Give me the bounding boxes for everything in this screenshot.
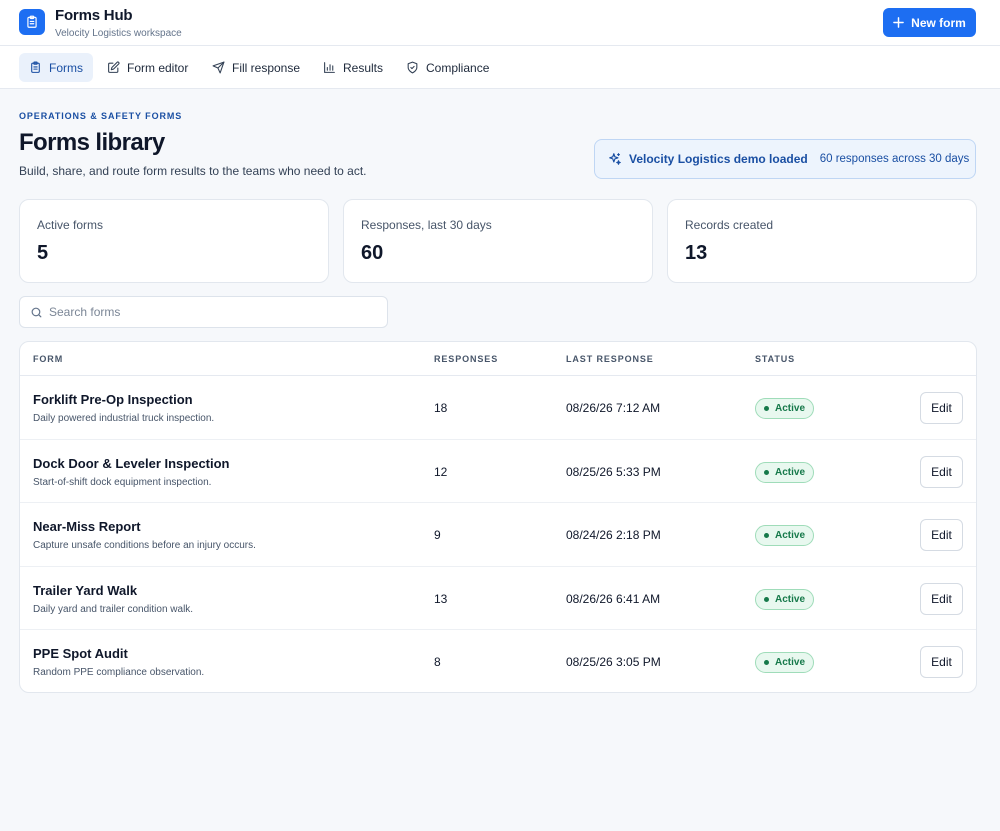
page-title: Forms library: [19, 129, 165, 156]
top-bar: Forms Hub Velocity Logistics workspace N…: [0, 0, 1000, 46]
form-responses: 8: [434, 655, 441, 669]
status-dot-icon: [764, 660, 769, 665]
table-row[interactable]: Trailer Yard Walk Daily yard and trailer…: [20, 567, 976, 630]
tab-label: Results: [343, 60, 384, 75]
bar-chart-icon: [324, 62, 335, 73]
status-badge: Active: [755, 525, 815, 546]
status-dot-icon: [764, 533, 769, 538]
search-box: [19, 296, 388, 328]
form-name: Trailer Yard Walk: [33, 582, 138, 598]
app-title: Forms Hub: [55, 7, 133, 24]
status-label: Active: [775, 593, 806, 605]
form-description: Random PPE compliance observation.: [33, 667, 205, 678]
tab-compliance[interactable]: Compliance: [396, 53, 499, 82]
sparkles-icon: [609, 153, 621, 165]
page-description: Build, share, and route form results to …: [19, 164, 367, 178]
column-header-form: FORM: [33, 354, 64, 364]
main-nav: Forms Form editor Fill response Results …: [0, 46, 1000, 89]
stat-value: 13: [685, 242, 708, 264]
tab-label: Forms: [49, 60, 83, 75]
edit-button[interactable]: Edit: [920, 519, 963, 551]
section-eyebrow: OPERATIONS & SAFETY FORMS: [19, 111, 183, 121]
edit-button[interactable]: Edit: [920, 646, 963, 678]
form-last-response: 08/26/26 6:41 AM: [566, 591, 661, 606]
stat-card-active-forms: Active forms 5: [19, 199, 329, 283]
table-row[interactable]: Near-Miss Report Capture unsafe conditio…: [20, 503, 976, 567]
form-description: Start-of-shift dock equipment inspection…: [33, 476, 212, 488]
status-label: Active: [775, 403, 806, 414]
forms-table: FORM RESPONSES LAST RESPONSE STATUS Fork…: [19, 341, 977, 693]
table-header: FORM RESPONSES LAST RESPONSE STATUS: [20, 342, 976, 376]
tab-form-editor[interactable]: Form editor: [97, 53, 198, 82]
clipboard-icon: [31, 61, 40, 73]
search-icon: [31, 307, 42, 318]
status-label: Active: [775, 530, 806, 541]
status-badge: Active: [755, 461, 815, 483]
new-form-button[interactable]: New form: [883, 8, 976, 37]
table-row[interactable]: Forklift Pre-Op Inspection Daily powered…: [20, 376, 976, 440]
search-input[interactable]: [49, 297, 379, 327]
form-last-response: 08/26/26 7:12 AM: [566, 401, 661, 415]
status-badge: Active: [755, 398, 815, 419]
stat-label: Records created: [685, 218, 774, 232]
demo-banner-subtitle: 60 responses across 30 days: [819, 153, 970, 165]
status-dot-icon: [764, 406, 769, 411]
form-name: Dock Door & Leveler Inspection: [33, 455, 230, 471]
status-dot-icon: [764, 469, 769, 475]
form-responses: 9: [434, 528, 441, 542]
status-badge: Active: [755, 588, 815, 610]
clipboard-icon: [19, 9, 45, 35]
send-icon: [212, 61, 225, 74]
column-header-responses: RESPONSES: [434, 354, 499, 364]
tab-label: Compliance: [426, 60, 490, 75]
edit-button[interactable]: Edit: [920, 582, 963, 615]
status-dot-icon: [764, 596, 769, 602]
form-name: PPE Spot Audit: [33, 646, 128, 661]
form-name: Forklift Pre-Op Inspection: [33, 392, 193, 407]
form-responses: 18: [434, 401, 448, 415]
form-responses: 13: [434, 591, 448, 606]
tab-fill-response[interactable]: Fill response: [202, 53, 310, 82]
tab-label: Fill response: [232, 60, 301, 75]
form-name: Near-Miss Report: [33, 519, 141, 534]
demo-banner-title: Velocity Logistics demo loaded: [629, 152, 808, 166]
new-form-label: New form: [911, 15, 966, 30]
edit-button[interactable]: Edit: [920, 455, 963, 488]
form-description: Daily yard and trailer condition walk.: [33, 603, 194, 615]
stat-card-responses: Responses, last 30 days 60: [343, 199, 653, 283]
edit-icon: [108, 61, 120, 73]
plus-icon: [893, 17, 904, 28]
stat-label: Responses, last 30 days: [361, 218, 492, 232]
tab-label: Form editor: [127, 60, 189, 75]
status-badge: Active: [755, 652, 815, 673]
status-label: Active: [775, 466, 806, 478]
form-description: Capture unsafe conditions before an inju…: [33, 540, 256, 551]
stat-card-records: Records created 13: [667, 199, 977, 283]
stat-value: 60: [361, 242, 384, 264]
form-description: Daily powered industrial truck inspectio…: [33, 413, 215, 424]
tab-results[interactable]: Results: [313, 53, 393, 82]
column-header-status: STATUS: [755, 354, 796, 364]
form-responses: 12: [434, 464, 448, 479]
shield-icon: [407, 61, 418, 74]
app-subtitle: Velocity Logistics workspace: [55, 28, 182, 39]
edit-button[interactable]: Edit: [920, 392, 963, 424]
demo-banner: Velocity Logistics demo loaded 60 respon…: [594, 139, 976, 179]
table-row[interactable]: PPE Spot Audit Random PPE compliance obs…: [20, 630, 976, 692]
stat-value: 5: [37, 242, 49, 264]
column-header-last-response: LAST RESPONSE: [566, 354, 654, 364]
stat-label: Active forms: [37, 218, 104, 232]
form-last-response: 08/24/26 2:18 PM: [566, 528, 661, 542]
table-row[interactable]: Dock Door & Leveler Inspection Start-of-…: [20, 440, 976, 503]
tab-forms[interactable]: Forms: [19, 53, 93, 82]
form-last-response: 08/25/26 5:33 PM: [566, 464, 661, 479]
form-last-response: 08/25/26 3:05 PM: [566, 655, 661, 669]
status-label: Active: [775, 657, 806, 668]
